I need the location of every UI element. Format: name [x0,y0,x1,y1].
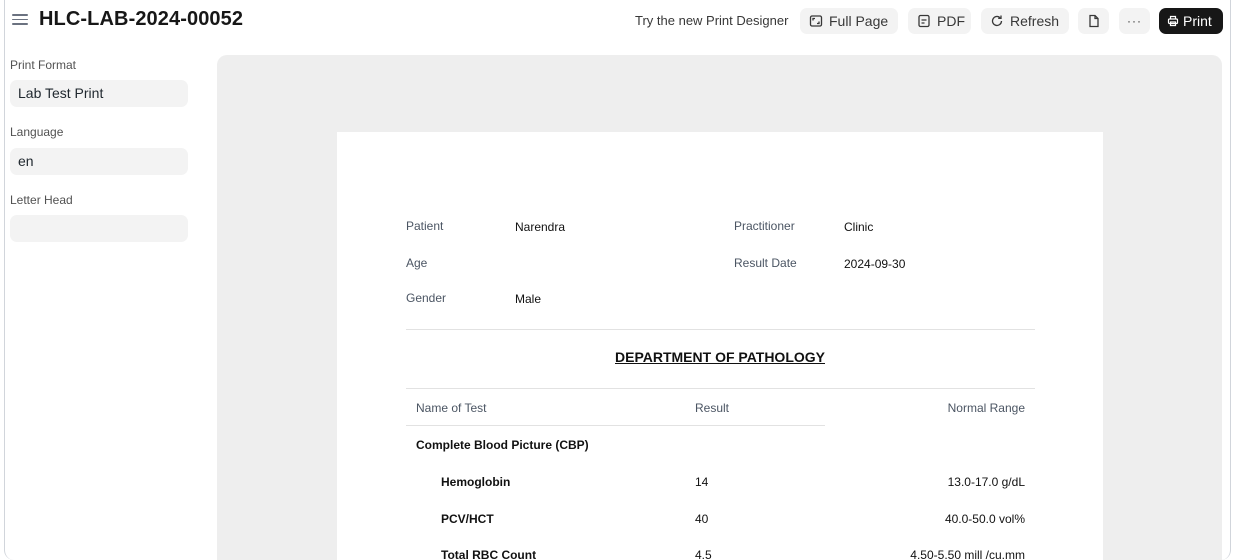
pdf-label: PDF [937,13,965,29]
more-options-button[interactable]: ··· [1119,8,1150,34]
table-row-name: Hemoglobin [441,475,511,489]
hamburger-menu-icon[interactable] [12,11,28,27]
header-underline [406,425,825,426]
patient-value: Narendra [515,220,566,234]
column-header-result: Result [695,401,730,415]
gender-label: Gender [406,291,447,305]
department-heading: DEPARTMENT OF PATHOLOGY [615,349,825,365]
practitioner-label: Practitioner [734,219,795,233]
letter-head-label: Letter Head [10,193,73,207]
table-row-result: 4.5 [695,548,712,560]
page-header: HLC-LAB-2024-00052 Try the new Print Des… [0,0,1235,42]
result-date-label: Result Date [734,256,797,270]
print-format-label: Print Format [10,58,77,72]
printer-icon [1167,15,1179,27]
print-button[interactable]: Print [1159,8,1223,34]
language-select[interactable]: en [10,148,188,175]
table-row-range: 40.0-50.0 vol% [944,512,1025,526]
table-row-range: 4.50-5.50 mill /cu.mm [910,548,1025,560]
print-preview-area[interactable]: Patient Narendra Practitioner Clinic Age… [217,55,1222,560]
refresh-label: Refresh [1010,13,1060,29]
table-row-name: PCV/HCT [441,512,494,526]
full-page-button[interactable]: Full Page [800,8,898,34]
gender-value: Male [515,292,542,306]
pdf-button[interactable]: PDF [908,8,971,34]
table-row-range: 13.0-17.0 g/dL [947,475,1025,489]
letter-head-select[interactable] [10,215,188,242]
divider [406,329,1035,330]
result-date-value: 2024-09-30 [844,257,906,271]
print-sheet: Patient Narendra Practitioner Clinic Age… [337,132,1103,560]
table-row-result: 14 [695,475,709,489]
refresh-icon [991,15,1003,27]
age-label: Age [406,256,428,270]
new-document-button[interactable] [1078,8,1109,34]
table-row-result: 40 [695,512,709,526]
table-row-name: Total RBC Count [441,548,537,560]
test-group-name: Complete Blood Picture (CBP) [416,438,589,452]
patient-label: Patient [406,219,444,233]
print-format-select[interactable]: Lab Test Print [10,80,188,107]
full-page-label: Full Page [829,13,889,29]
document-icon [1088,14,1099,28]
column-header-test: Name of Test [416,401,487,415]
expand-icon [809,15,823,27]
practitioner-value: Clinic [844,220,874,234]
refresh-button[interactable]: Refresh [981,8,1069,34]
column-header-range: Normal Range [947,401,1025,415]
page-title: HLC-LAB-2024-00052 [39,8,244,30]
language-label: Language [10,125,64,139]
print-designer-link[interactable]: Try the new Print Designer [635,13,788,28]
print-label: Print [1183,13,1212,29]
ellipsis-icon: ··· [1127,14,1142,28]
file-pdf-icon [918,14,930,28]
table-top-border [406,388,1035,389]
